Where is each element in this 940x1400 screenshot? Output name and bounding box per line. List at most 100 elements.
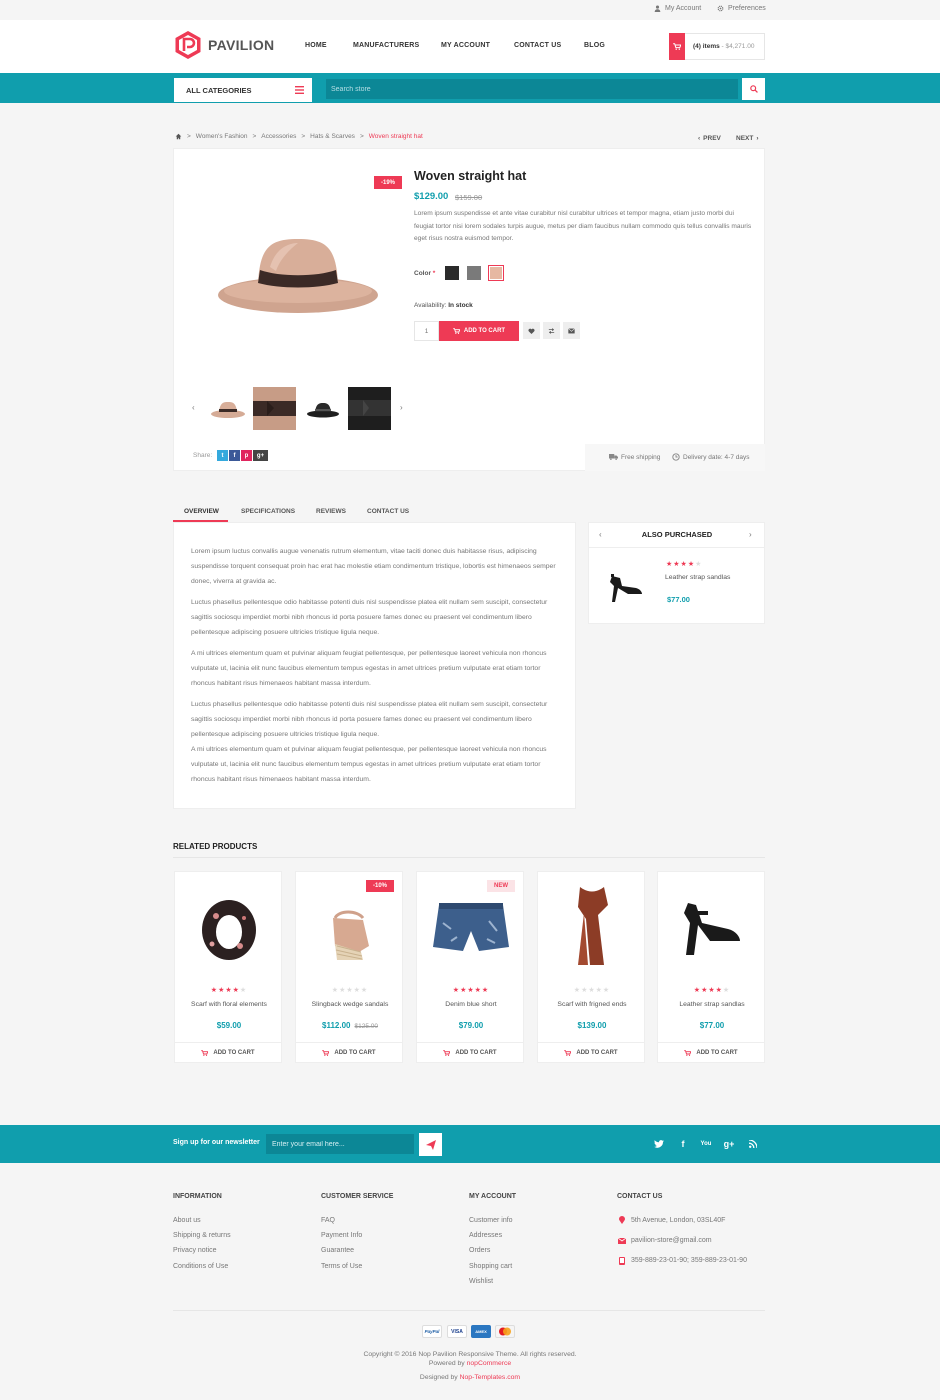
add-to-cart-button[interactable]: ADD TO CART: [538, 1042, 644, 1063]
nav-home[interactable]: HOME: [305, 42, 327, 49]
logo[interactable]: PAVILION: [173, 30, 274, 60]
search-button[interactable]: [742, 78, 765, 100]
email-friend-button[interactable]: [563, 322, 580, 339]
cart-count: (4) items: [693, 43, 720, 50]
related-divider: [173, 857, 765, 858]
product-image[interactable]: [175, 878, 283, 978]
cart-total: - $4,271.00: [721, 43, 755, 50]
related-product-card[interactable]: ★★★★★ Scarf with floral elements $59.00 …: [174, 871, 282, 1063]
preferences-link[interactable]: Preferences: [717, 5, 766, 12]
footer-link[interactable]: Wishlist: [469, 1278, 493, 1285]
related-product-card[interactable]: ★★★★★ Scarf with frigned ends $139.00 AD…: [537, 871, 645, 1063]
logo-icon: [175, 31, 201, 59]
color-swatch-gray[interactable]: [467, 266, 481, 280]
product-name[interactable]: Scarf with floral elements: [175, 1001, 283, 1008]
footer-link[interactable]: Conditions of Use: [173, 1263, 228, 1270]
home-icon[interactable]: [175, 133, 182, 140]
footer-link[interactable]: Shipping & returns: [173, 1232, 231, 1239]
nopcommerce-link[interactable]: nopCommerce: [467, 1360, 512, 1367]
share-googleplus-icon[interactable]: g+: [253, 450, 268, 461]
copyright-text: Copyright © 2016 Nop Pavilion Responsive…: [363, 1351, 577, 1358]
newsletter-subscribe-button[interactable]: [419, 1133, 442, 1156]
googleplus-icon[interactable]: g+: [722, 1137, 736, 1151]
footer-link[interactable]: Terms of Use: [321, 1263, 362, 1270]
thumbnail-3[interactable]: [301, 387, 344, 430]
breadcrumb-item[interactable]: Accessories: [261, 133, 296, 140]
footer-link[interactable]: Guarantee: [321, 1247, 354, 1254]
facebook-icon[interactable]: f: [676, 1137, 690, 1151]
product-name[interactable]: Slingback wedge sandals: [296, 1001, 404, 1008]
share-twitter-icon[interactable]: t: [217, 450, 228, 461]
product-rating: ★★★★★: [210, 987, 248, 994]
breadcrumb-item[interactable]: Hats & Scarves: [310, 133, 355, 140]
related-product-card[interactable]: ★★★★★ Leather strap sandlas $77.00 ADD T…: [657, 871, 765, 1063]
footer-link[interactable]: About us: [173, 1217, 201, 1224]
newsletter-email-input[interactable]: [266, 1134, 414, 1154]
search-input[interactable]: [326, 79, 738, 99]
footer-link[interactable]: Shopping cart: [469, 1263, 512, 1270]
product-image[interactable]: [296, 878, 404, 978]
add-to-cart-button[interactable]: ADD TO CART: [296, 1042, 402, 1063]
add-to-cart-button[interactable]: ADD TO CART: [658, 1042, 764, 1063]
thumbnail-2[interactable]: [253, 387, 296, 430]
footer-link[interactable]: Orders: [469, 1247, 490, 1254]
also-purchased-name[interactable]: Leather strap sandlas: [665, 574, 730, 581]
all-categories-button[interactable]: ALL CATEGORIES: [174, 78, 312, 102]
next-product-link[interactable]: NEXT ›: [736, 135, 759, 142]
footer-link[interactable]: Customer info: [469, 1217, 513, 1224]
footer-link[interactable]: Privacy notice: [173, 1247, 217, 1254]
thumbnail-1[interactable]: [206, 387, 249, 430]
my-account-link[interactable]: My Account: [654, 5, 701, 12]
footer-link[interactable]: FAQ: [321, 1217, 335, 1224]
product-image[interactable]: [417, 878, 525, 978]
main-product-image[interactable]: [210, 225, 385, 325]
rss-icon[interactable]: [746, 1137, 760, 1151]
wishlist-button[interactable]: [523, 322, 540, 339]
product-image[interactable]: [538, 878, 646, 978]
nav-blog[interactable]: BLOG: [584, 42, 605, 49]
thumbs-prev-icon[interactable]: ‹: [192, 403, 195, 412]
prev-product-link[interactable]: ‹ PREV: [698, 135, 721, 142]
add-to-cart-button[interactable]: ADD TO CART: [439, 321, 519, 341]
footer-link[interactable]: Addresses: [469, 1232, 502, 1239]
tab-reviews[interactable]: REVIEWS: [316, 508, 346, 515]
nop-templates-link[interactable]: Nop-Templates.com: [460, 1374, 520, 1381]
compare-button[interactable]: [543, 322, 560, 339]
footer-information-title: INFORMATION: [173, 1193, 222, 1200]
thumbs-next-icon[interactable]: ›: [400, 403, 403, 412]
product-name[interactable]: Leather strap sandlas: [658, 1001, 766, 1008]
tab-contact-us[interactable]: CONTACT US: [367, 508, 409, 515]
thumbnail-4[interactable]: [348, 387, 391, 430]
product-name[interactable]: Denim blue short: [417, 1001, 525, 1008]
twitter-icon[interactable]: [652, 1137, 666, 1151]
menu-icon: [295, 86, 304, 94]
truck-icon: [609, 454, 618, 460]
availability-value: In stock: [448, 302, 473, 309]
my-account-label: My Account: [665, 5, 702, 12]
nav-manufacturers[interactable]: MANUFACTURERS: [353, 42, 419, 49]
also-next-icon[interactable]: ›: [749, 530, 752, 539]
tab-specifications[interactable]: SPECIFICATIONS: [241, 508, 295, 515]
add-to-cart-button[interactable]: ADD TO CART: [417, 1042, 523, 1063]
also-purchased-image[interactable]: [606, 568, 646, 604]
add-to-cart-button[interactable]: ADD TO CART: [175, 1042, 281, 1063]
nav-contact-us[interactable]: CONTACT US: [514, 42, 561, 49]
youtube-icon[interactable]: You: [699, 1137, 713, 1151]
related-product-card[interactable]: NEW ★★★★★ Denim blue short $79.00 ADD TO…: [416, 871, 524, 1063]
color-swatch-beige[interactable]: [488, 265, 504, 281]
footer-phone: 359-889-23-01-90; 359-889-23-01-90: [631, 1257, 747, 1264]
footer-email[interactable]: pavilion-store@gmail.com: [631, 1237, 712, 1244]
header-cart[interactable]: (4) items - $4,271.00: [669, 33, 765, 60]
breadcrumb-item[interactable]: Women's Fashion: [196, 133, 248, 140]
powered-by: Powered by nopCommerce: [428, 1360, 512, 1367]
tab-overview[interactable]: OVERVIEW: [184, 508, 219, 515]
share-facebook-icon[interactable]: f: [229, 450, 240, 461]
product-name[interactable]: Scarf with frigned ends: [538, 1001, 646, 1008]
share-pinterest-icon[interactable]: p: [241, 450, 252, 461]
footer-link[interactable]: Payment Info: [321, 1232, 362, 1239]
product-image[interactable]: [658, 878, 766, 978]
related-product-card[interactable]: -10% ★★★★★ Slingback wedge sandals $112.…: [295, 871, 403, 1063]
quantity-input[interactable]: 1: [414, 321, 439, 341]
nav-my-account[interactable]: MY ACCOUNT: [441, 42, 490, 49]
color-swatch-black[interactable]: [445, 266, 459, 280]
